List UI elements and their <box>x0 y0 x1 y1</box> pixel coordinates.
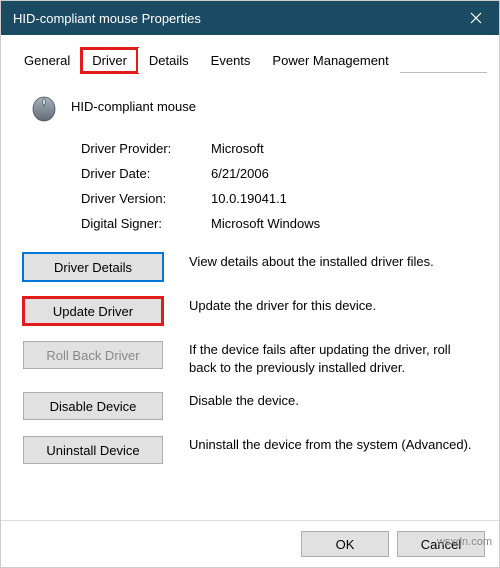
tab-general[interactable]: General <box>13 48 81 73</box>
disable-device-desc: Disable the device. <box>189 392 477 410</box>
close-icon <box>470 12 482 24</box>
window-title: HID-compliant mouse Properties <box>13 11 201 26</box>
driver-date-value: 6/21/2006 <box>211 166 269 181</box>
uninstall-device-button[interactable]: Uninstall Device <box>23 436 163 464</box>
driver-version-value: 10.0.19041.1 <box>211 191 287 206</box>
update-driver-desc: Update the driver for this device. <box>189 297 477 315</box>
driver-date-label: Driver Date: <box>81 166 211 181</box>
uninstall-device-desc: Uninstall the device from the system (Ad… <box>189 436 477 454</box>
driver-provider-label: Driver Provider: <box>81 141 211 156</box>
driver-details-button[interactable]: Driver Details <box>23 253 163 281</box>
driver-info: Driver Provider: Microsoft Driver Date: … <box>81 141 477 231</box>
roll-back-driver-desc: If the device fails after updating the d… <box>189 341 477 376</box>
tab-content: HID-compliant mouse Driver Provider: Mic… <box>1 73 499 520</box>
disable-device-button[interactable]: Disable Device <box>23 392 163 420</box>
mouse-icon <box>23 89 65 123</box>
tab-driver[interactable]: Driver <box>81 48 138 73</box>
titlebar: HID-compliant mouse Properties <box>1 1 499 35</box>
watermark: wsxdn.com <box>437 536 492 548</box>
tab-events[interactable]: Events <box>200 48 262 73</box>
digital-signer-value: Microsoft Windows <box>211 216 320 231</box>
driver-provider-value: Microsoft <box>211 141 264 156</box>
tabs: General Driver Details Events Power Mana… <box>13 47 487 73</box>
tab-details[interactable]: Details <box>138 48 200 73</box>
ok-button[interactable]: OK <box>301 531 389 557</box>
driver-details-desc: View details about the installed driver … <box>189 253 477 271</box>
driver-version-label: Driver Version: <box>81 191 211 206</box>
dialog-footer: OK Cancel <box>1 520 499 567</box>
close-button[interactable] <box>453 1 499 35</box>
roll-back-driver-button: Roll Back Driver <box>23 341 163 369</box>
digital-signer-label: Digital Signer: <box>81 216 211 231</box>
update-driver-button[interactable]: Update Driver <box>23 297 163 325</box>
tab-power-management[interactable]: Power Management <box>261 48 399 73</box>
device-header: HID-compliant mouse <box>23 89 477 123</box>
properties-window: HID-compliant mouse Properties General D… <box>0 0 500 568</box>
tabs-container: General Driver Details Events Power Mana… <box>1 35 499 73</box>
device-name: HID-compliant mouse <box>71 99 196 114</box>
